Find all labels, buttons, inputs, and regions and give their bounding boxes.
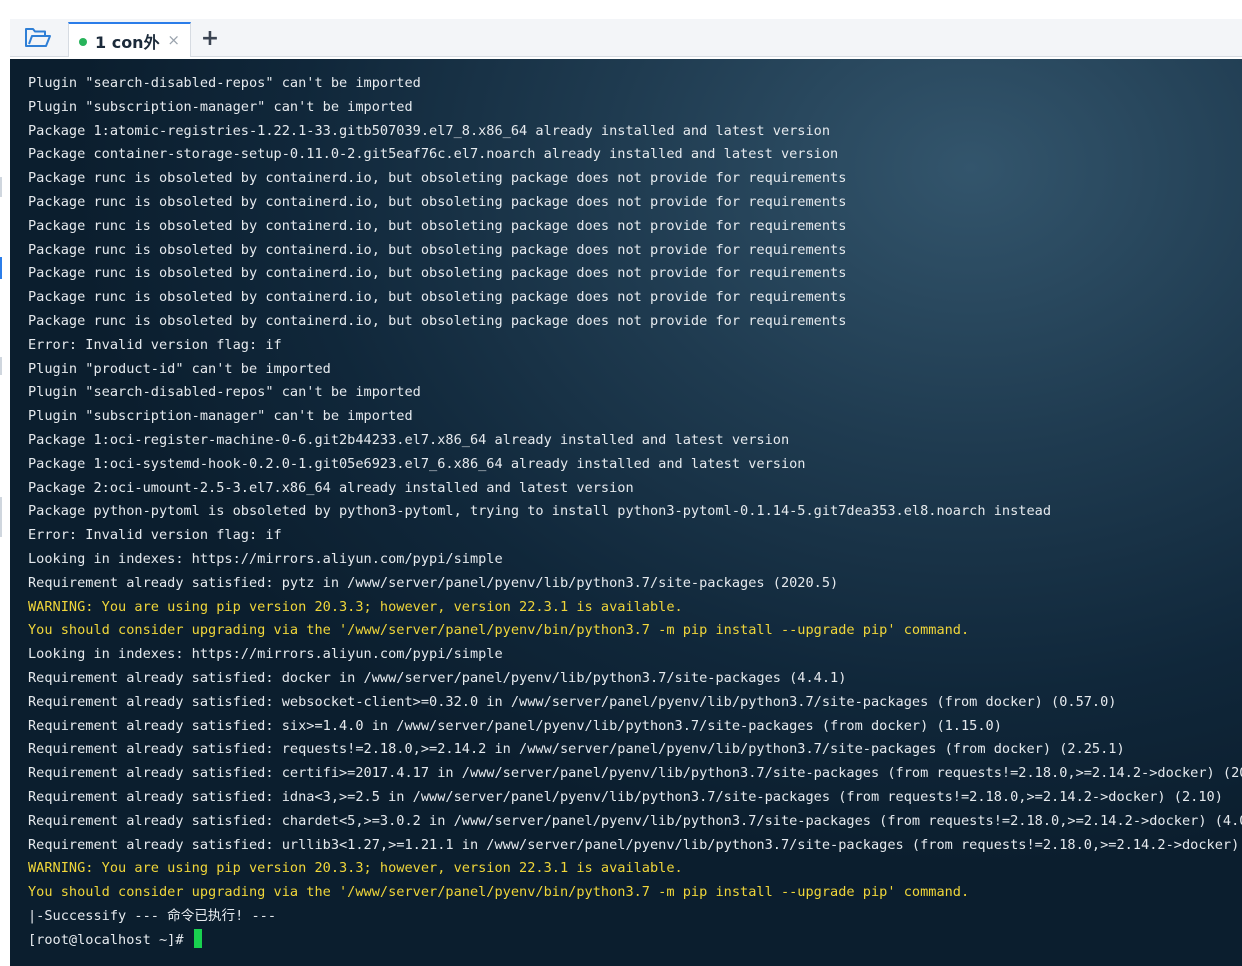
terminal-line: Package 1:oci-register-machine-0-6.git2b… (28, 431, 790, 448)
connection-status-dot (79, 37, 87, 46)
terminal-prompt-line[interactable]: [root@localhost ~]# (28, 928, 1242, 953)
terminal-warning-line: You should consider upgrading via the '/… (28, 884, 970, 901)
terminal-line: Requirement already satisfied: docker in… (28, 669, 847, 686)
terminal-line: Error: Invalid version flag: if (28, 336, 282, 353)
tab-label: 1 con外 (95, 32, 160, 52)
terminal-line: Requirement already satisfied: pytz in /… (28, 574, 839, 591)
new-tab-button[interactable]: + (200, 23, 220, 53)
terminal-line: Package runc is obsoleted by containerd.… (28, 170, 847, 187)
terminal-line: Plugin "search-disabled-repos" can't be … (28, 75, 421, 91)
terminal-line: Requirement already satisfied: chardet<5… (28, 812, 1242, 829)
terminal-line: Requirement already satisfied: urllib3<1… (28, 836, 1242, 853)
window-top-strip (0, 0, 1242, 19)
left-panel-edge (0, 57, 10, 966)
session-tab-bar: 1 con外 × + (10, 19, 1242, 57)
terminal-line: Plugin "subscription-manager" can't be i… (28, 408, 413, 425)
terminal-line: Package python-pytoml is obsoleted by py… (28, 503, 1052, 520)
terminal-line: Package runc is obsoleted by containerd.… (28, 265, 847, 282)
terminal-line: Package 2:oci-umount-2.5-3.el7.x86_64 al… (28, 479, 634, 496)
terminal-lines: Plugin "search-disabled-repos" can't be … (28, 72, 1242, 952)
open-folder-button[interactable] (10, 19, 66, 57)
terminal-line: Package runc is obsoleted by containerd.… (28, 289, 847, 306)
terminal-warning-line: WARNING: You are using pip version 20.3.… (28, 860, 683, 877)
close-icon[interactable]: × (167, 31, 180, 49)
terminal-line: Requirement already satisfied: websocket… (28, 693, 1117, 710)
terminal-line: Package container-storage-setup-0.11.0-2… (28, 146, 839, 163)
terminal-line: Package runc is obsoleted by containerd.… (28, 193, 847, 210)
tab-session-1[interactable]: 1 con外 × (68, 22, 191, 57)
terminal-line: Requirement already satisfied: six>=1.4.… (28, 717, 1002, 734)
terminal-line: Package runc is obsoleted by containerd.… (28, 217, 847, 234)
terminal-line: Looking in indexes: https://mirrors.aliy… (28, 646, 503, 663)
terminal-line: Package runc is obsoleted by containerd.… (28, 241, 847, 258)
terminal-warning-line: WARNING: You are using pip version 20.3.… (28, 598, 683, 615)
terminal-line: Error: Invalid version flag: if (28, 527, 282, 544)
terminal-line: Plugin "search-disabled-repos" can't be … (28, 384, 421, 401)
terminal-output-area[interactable]: Plugin "search-disabled-repos" can't be … (10, 59, 1242, 966)
terminal-line: Plugin "subscription-manager" can't be i… (28, 98, 413, 115)
terminal-line: Package 1:oci-systemd-hook-0.2.0-1.git05… (28, 455, 806, 472)
text-cursor (193, 928, 202, 948)
terminal-line: Looking in indexes: https://mirrors.aliy… (28, 550, 503, 567)
terminal-line: Requirement already satisfied: certifi>=… (28, 765, 1242, 782)
terminal-line: Requirement already satisfied: requests!… (28, 741, 1125, 758)
terminal-line: Plugin "product-id" can't be imported (28, 360, 331, 377)
terminal-line: Requirement already satisfied: idna<3,>=… (28, 788, 1223, 805)
terminal-line: Package 1:atomic-registries-1.22.1-33.gi… (28, 122, 831, 139)
terminal-line: |-Successify --- 命令已执行! --- (28, 907, 277, 924)
folder-open-icon (25, 28, 51, 47)
terminal-warning-line: You should consider upgrading via the '/… (28, 622, 970, 639)
terminal-line: Package runc is obsoleted by containerd.… (28, 312, 847, 329)
shell-prompt: [root@localhost ~]# (28, 931, 192, 948)
